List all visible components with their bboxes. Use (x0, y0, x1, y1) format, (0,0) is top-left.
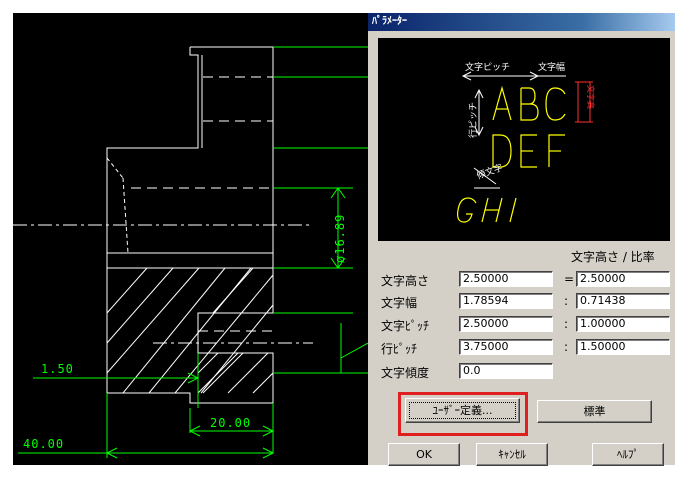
highlight-box (398, 392, 528, 436)
line-pitch-label: 行ﾋﾟｯﾁ (381, 342, 418, 356)
char-width-ratio-input[interactable]: 0.71438 (576, 293, 670, 309)
line-pitch-ratio-input[interactable]: 1.50000 (576, 339, 670, 355)
ratio-header: 文字高さ / 比率 (571, 250, 655, 264)
cad-canvas[interactable]: ø16.89 1.50 20.00 40.00 (13, 13, 368, 465)
char-pitch-label: 文字ﾋﾟｯﾁ (381, 319, 430, 333)
row3-sep: : (564, 340, 569, 354)
char-height-input[interactable]: 2.50000 (459, 271, 553, 287)
char-width-label: 文字幅 (381, 296, 418, 310)
dim-2000-text: 20.00 (210, 416, 251, 430)
standard-button[interactable]: 標準 (537, 400, 652, 423)
preview-label-height: 文字高 (586, 85, 596, 109)
preview-label-slant: 傾文字 (475, 161, 504, 182)
char-slant-label: 文字傾度 (381, 366, 430, 380)
preview-panel: 文字ピッチ 文字幅 行ピッチ 傾文字 文字高 (378, 38, 670, 241)
row1-sep: : (564, 294, 569, 308)
preview-label-width: 文字幅 (538, 61, 565, 73)
standard-label: 標準 (583, 405, 606, 418)
char-height-ratio-input[interactable]: 2.50000 (576, 271, 670, 287)
char-width-input[interactable]: 1.78594 (459, 293, 553, 309)
cancel-label: ｷｬﾝｾﾙ (498, 448, 526, 461)
dim-diameter-text: ø16.89 (333, 214, 347, 263)
line-pitch-input[interactable]: 3.75000 (459, 339, 553, 355)
help-button[interactable]: ﾍﾙﾌﾟ (592, 443, 664, 466)
ok-button[interactable]: OK (388, 443, 460, 466)
ok-label: OK (416, 448, 432, 461)
dialog-title: ﾊﾟﾗﾒｰﾀｰ (368, 13, 675, 31)
preview-label-line-pitch: 行ピッチ (467, 102, 479, 138)
char-pitch-ratio-input[interactable]: 1.00000 (576, 316, 670, 332)
help-label: ﾍﾙﾌﾟ (617, 448, 639, 461)
preview-label-pitch: 文字ピッチ (465, 61, 510, 73)
char-pitch-input[interactable]: 2.50000 (459, 316, 553, 332)
char-slant-input[interactable]: 0.0 (459, 363, 553, 379)
dim-150-text: 1.50 (41, 362, 74, 376)
cancel-button[interactable]: ｷｬﾝｾﾙ (476, 443, 548, 466)
char-height-label: 文字高さ (381, 274, 430, 288)
row0-sep: = (564, 272, 575, 286)
dim-4000-text: 40.00 (23, 437, 64, 451)
row2-sep: : (564, 317, 569, 331)
